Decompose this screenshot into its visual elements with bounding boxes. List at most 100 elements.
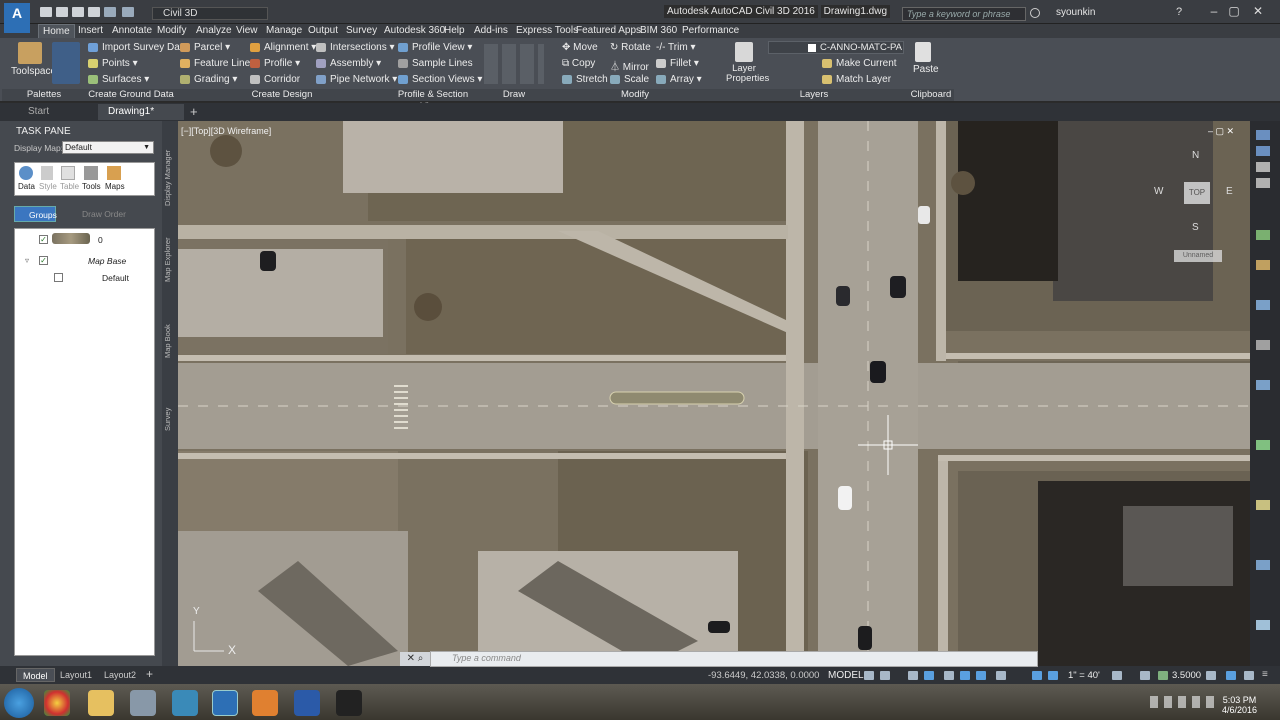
maximize-icon[interactable]: ▢ [1226,4,1242,18]
tab-manage[interactable]: Manage [262,24,306,38]
osnap-toggle-icon[interactable] [960,671,970,680]
tab-layout2[interactable]: Layout2 [98,668,142,682]
elevation-value[interactable]: 3.5000 [1172,670,1201,681]
draw-tools[interactable] [484,44,544,84]
model-space-toggle[interactable]: MODEL [828,670,864,681]
panel-create-ground-data[interactable]: Create Ground Data [86,89,176,101]
default-label[interactable]: Default [102,273,129,283]
parcel-button[interactable]: Parcel ▾ [180,42,230,53]
fillet-button[interactable]: Fillet ▾ [656,58,699,69]
isolate-objects-icon[interactable] [1158,671,1168,680]
media-player-icon[interactable] [252,690,278,716]
workspace-dropdown[interactable]: Civil 3D [152,7,268,20]
workspace-switch-icon[interactable] [1112,671,1122,680]
corridor-button[interactable]: Corridor [250,74,300,85]
compass-west[interactable]: W [1154,186,1163,197]
copy-button[interactable]: ⧉ Copy [562,58,595,69]
table-icon[interactable] [61,166,75,180]
annotation-visibility-icon[interactable] [1032,671,1042,680]
viewcube-top-face[interactable]: TOP [1184,182,1210,204]
trim-button[interactable]: -/- Trim ▾ [656,42,695,53]
maps-icon[interactable] [107,166,121,180]
compass-south[interactable]: S [1192,222,1199,233]
tool-maps-label[interactable]: Maps [105,182,125,191]
expand-icon[interactable]: ▿ [25,256,29,265]
feature-line-button[interactable]: Feature Line ▾ [180,58,258,69]
toolspace-icon[interactable] [18,42,42,64]
new-file-icon[interactable] [40,7,52,17]
tab-help[interactable]: Help [440,24,469,38]
sample-lines-button[interactable]: Sample Lines [398,58,473,69]
scale-button[interactable]: Scale [610,74,649,85]
close-icon[interactable]: ✕ [1250,4,1266,18]
otrack-toggle-icon[interactable] [976,671,986,680]
tab-modify[interactable]: Modify [153,24,190,38]
side-tab-map-explorer[interactable]: Map Explorer [163,234,177,286]
undo-icon[interactable] [104,7,116,17]
hardware-acceleration-icon[interactable] [1206,671,1216,680]
default-checkbox[interactable] [54,273,63,282]
word-icon[interactable] [294,690,320,716]
tab-start[interactable]: Start [18,104,59,120]
tools-icon[interactable] [84,166,98,180]
civil3d-taskbar-icon[interactable] [212,690,238,716]
start-button-icon[interactable] [4,688,34,718]
stretch-button[interactable]: Stretch [562,74,608,85]
command-line[interactable] [430,651,1038,667]
sheet-set-icon[interactable] [1256,560,1270,570]
customization-icon[interactable] [1244,671,1254,680]
grid-toggle-icon[interactable] [864,671,874,680]
tab-output[interactable]: Output [304,24,342,38]
properties-icon[interactable] [1256,300,1270,310]
alignment-button[interactable]: Alignment ▾ [250,42,316,53]
palette-toggles[interactable] [52,42,80,84]
panel-draw[interactable]: Draw [478,89,550,101]
toolspace-button[interactable]: Toolspace [11,66,56,77]
import-survey-data-button[interactable]: Import Survey Data [88,42,188,53]
system-clock[interactable]: 5:03 PM 4/6/2016 [1222,695,1257,715]
layer-states-icon[interactable] [1256,260,1270,270]
match-layer-button[interactable]: Match Layer [822,74,891,85]
viewport-controls-label[interactable]: [−][Top][3D Wireframe] [181,126,271,136]
panel-clipboard[interactable]: Clipboard [908,89,954,101]
pipe-network-button[interactable]: Pipe Network ▾ [316,74,397,85]
redo-icon[interactable] [122,7,134,17]
tab-annotate[interactable]: Annotate [108,24,156,38]
lineweight-icon[interactable] [996,671,1006,680]
polar-toggle-icon[interactable] [924,671,934,680]
tool-data-label[interactable]: Data [18,182,35,191]
draw-order-button[interactable]: Draw Order [68,207,126,221]
tool-table-label[interactable]: Table [60,182,79,191]
chrome-icon[interactable] [44,690,70,716]
groups-button[interactable]: Groups [14,206,57,222]
mirror-button[interactable]: ⏃ Mirror [610,58,649,73]
nav-pan-icon[interactable] [1256,130,1270,140]
wcs-menu[interactable]: Unnamed [1174,250,1222,262]
side-tab-map-book[interactable]: Map Book [163,320,177,362]
search-icon[interactable] [1030,8,1040,18]
nav-orbit-icon[interactable] [1256,162,1270,172]
tab-add-ins[interactable]: Add-ins [470,24,512,38]
app-icon-1[interactable] [130,690,156,716]
viewport-window-controls[interactable]: – ▢ ✕ [1208,126,1234,137]
points-button[interactable]: Points ▾ [88,58,138,69]
intersections-button[interactable]: Intersections ▾ [316,42,395,53]
grid-icon[interactable] [1256,380,1270,390]
tab-drawing1[interactable]: Drawing1* [98,104,184,120]
nav-zoom-icon[interactable] [1256,146,1270,156]
tab-view[interactable]: View [232,24,262,38]
display-map-select[interactable]: Default ▼ [62,141,154,154]
array-button[interactable]: Array ▾ [656,74,702,85]
panel-layers[interactable]: Layers [720,89,908,101]
tab-insert[interactable]: Insert [74,24,107,38]
annotation-monitor-icon[interactable] [1140,671,1150,680]
rotate-button[interactable]: ↻ Rotate [610,42,651,53]
tool-tools-label[interactable]: Tools [82,182,101,191]
clean-screen-icon[interactable] [1226,671,1236,680]
save-icon[interactable] [72,7,84,17]
help-search-input[interactable]: Type a keyword or phrase [902,7,1026,21]
tab-autodesk-360[interactable]: Autodesk 360 [380,24,449,38]
viewcube[interactable]: TOP N S E W Unnamed [1150,148,1242,268]
tool-style-label[interactable]: Style [39,182,57,191]
compass-north[interactable]: N [1192,150,1199,161]
